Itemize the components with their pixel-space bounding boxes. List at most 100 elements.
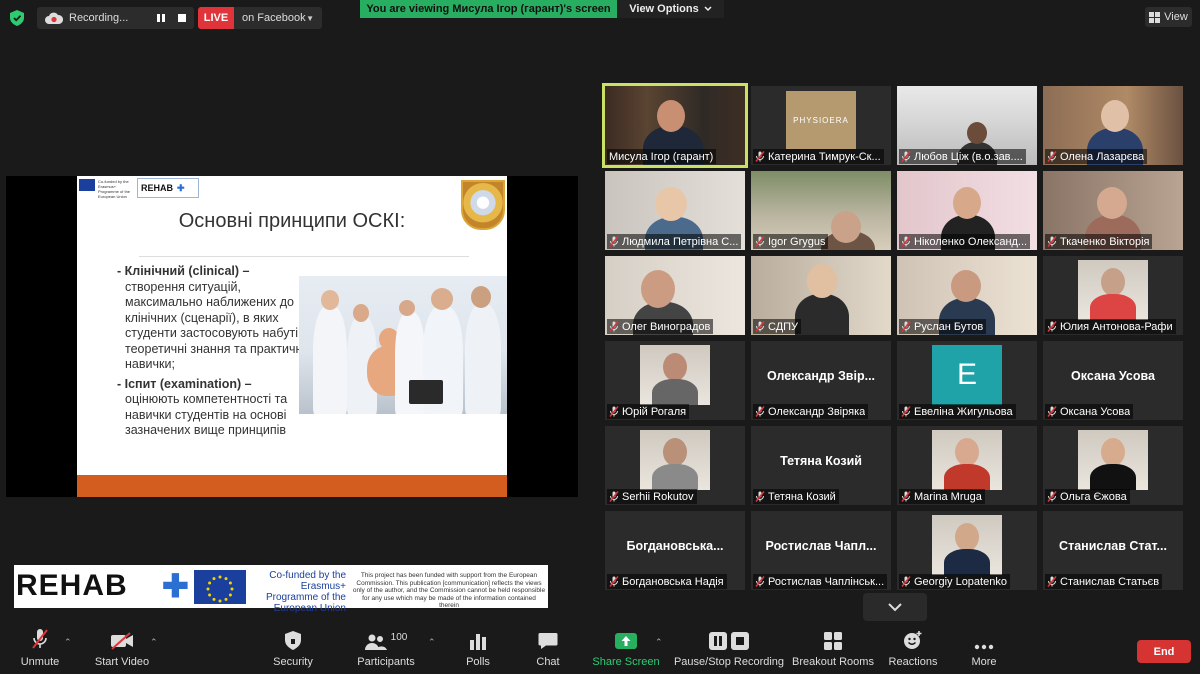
participant-tile[interactable]: PHYSIOERA Катерина Тимрук-Ск... bbox=[751, 86, 891, 165]
participant-name: Marina Mruga bbox=[914, 490, 982, 503]
muted-mic-icon bbox=[1047, 236, 1057, 247]
participant-display-name: Тетяна Козий bbox=[780, 454, 862, 468]
slide-footer-bar bbox=[77, 475, 507, 497]
security-label: Security bbox=[273, 656, 313, 668]
participants-button[interactable]: 100 Participants bbox=[354, 624, 418, 674]
participant-tile[interactable]: Ніколенко Олександ... bbox=[897, 171, 1037, 250]
muted-mic-icon bbox=[755, 491, 765, 502]
participant-tile[interactable]: Олександр Звір... Олександр Звіряка bbox=[751, 341, 891, 420]
pause-stop-recording-button[interactable]: Pause/Stop Recording bbox=[674, 624, 784, 674]
participant-display-name: Станислав Стат... bbox=[1059, 539, 1167, 553]
end-meeting-button[interactable]: End bbox=[1137, 640, 1191, 663]
share-screen-button[interactable]: Share Screen bbox=[592, 624, 660, 674]
participant-name: Юлия Антонова-Рафи bbox=[1060, 320, 1173, 333]
participant-tile[interactable]: СДПУ bbox=[751, 256, 891, 335]
share-options-caret[interactable]: ⌃ bbox=[655, 637, 663, 648]
bullet-2-heading: - Іспит (examination) – bbox=[117, 376, 252, 391]
slide-bullets: - Клінічний (clinical) – створення ситуа… bbox=[117, 264, 307, 439]
live-destination-dropdown[interactable]: on Facebook ▼ bbox=[234, 7, 322, 29]
polls-icon bbox=[470, 634, 486, 650]
pause-icon bbox=[709, 632, 727, 650]
stop-recording-icon[interactable] bbox=[177, 13, 187, 23]
more-button[interactable]: More bbox=[966, 624, 1002, 674]
participant-tile[interactable]: Оксана Усова Оксана Усова bbox=[1043, 341, 1183, 420]
participant-tile[interactable]: Ростислав Чапл... Ростислав Чаплінськ... bbox=[751, 511, 891, 590]
cofund-small-text: Co-funded by the Erasmus+ Programme of t… bbox=[98, 179, 131, 199]
participants-count: 100 bbox=[390, 632, 408, 643]
participants-options-caret[interactable]: ⌃ bbox=[428, 637, 436, 648]
participant-tile[interactable]: Любов Цiж (в.о.зав.... bbox=[897, 86, 1037, 165]
muted-mic-icon bbox=[901, 406, 911, 417]
participant-tile[interactable]: Олег Виноградов bbox=[605, 256, 745, 335]
chat-icon bbox=[538, 633, 558, 649]
chat-button[interactable]: Chat bbox=[530, 624, 566, 674]
gallery-next-page-button[interactable] bbox=[863, 593, 927, 621]
chat-label: Chat bbox=[536, 656, 560, 668]
muted-mic-icon bbox=[32, 629, 48, 649]
participant-tile[interactable]: Олена Лазарєва bbox=[1043, 86, 1183, 165]
eu-flag-icon bbox=[194, 570, 246, 604]
participant-name-bar: Ткаченко Вікторія bbox=[1045, 234, 1153, 249]
participant-name: СДПУ bbox=[768, 320, 799, 333]
breakout-rooms-label: Breakout Rooms bbox=[792, 656, 874, 668]
profile-photo bbox=[932, 430, 1002, 490]
participant-name-bar: Тетяна Козий bbox=[753, 489, 839, 504]
participant-tile[interactable]: Людмила Петрівна С... bbox=[605, 171, 745, 250]
participant-tile[interactable]: Юрій Рогаля bbox=[605, 341, 745, 420]
participant-name: Serhii Rokutov bbox=[622, 490, 694, 503]
participant-display-name: Оксана Усова bbox=[1071, 369, 1155, 383]
muted-mic-icon bbox=[901, 576, 911, 587]
participant-tile[interactable]: Georgiy Lopatenko bbox=[897, 511, 1037, 590]
view-options-button[interactable]: View Options bbox=[617, 0, 724, 18]
participant-tile[interactable]: Мисула Ігор (гарант) bbox=[602, 83, 748, 168]
muted-mic-icon bbox=[1047, 151, 1057, 162]
live-stream-indicator[interactable]: LIVE on Facebook ▼ bbox=[198, 7, 322, 29]
muted-mic-icon bbox=[901, 321, 911, 332]
participant-face bbox=[951, 270, 981, 302]
polls-button[interactable]: Polls bbox=[460, 624, 496, 674]
profile-photo bbox=[1078, 260, 1148, 320]
participant-tile[interactable]: Serhii Rokutov bbox=[605, 426, 745, 505]
slide-title: Основні принципи ОСКІ: bbox=[178, 210, 406, 232]
recording-indicator[interactable]: Recording... bbox=[37, 7, 194, 29]
caret-down-icon: ▼ bbox=[306, 13, 314, 23]
video-options-caret[interactable]: ⌃ bbox=[150, 637, 158, 648]
unmute-button[interactable]: Unmute bbox=[18, 624, 62, 674]
view-layout-button[interactable]: View bbox=[1145, 7, 1192, 27]
participant-tile[interactable]: Богдановська... Богдановська Надія bbox=[605, 511, 745, 590]
participant-name-bar: Евеліна Жигульова bbox=[899, 404, 1016, 419]
participant-name-bar: Georgiy Lopatenko bbox=[899, 574, 1010, 589]
participant-tile[interactable]: Юлия Антонова-Рафи bbox=[1043, 256, 1183, 335]
participant-tile[interactable]: Ткаченко Вікторія bbox=[1043, 171, 1183, 250]
participant-name-bar: Igor Grygus bbox=[753, 234, 829, 249]
participant-tile[interactable]: Станислав Стат... Станислав Статьєв bbox=[1043, 511, 1183, 590]
participant-name: Любов Цiж (в.о.зав.... bbox=[914, 150, 1023, 163]
avatar-letter: E bbox=[932, 345, 1002, 405]
participant-face bbox=[1101, 100, 1129, 132]
participant-tile[interactable]: Ольга Єжова bbox=[1043, 426, 1183, 505]
eu-flag-icon bbox=[79, 179, 95, 191]
stop-icon bbox=[731, 632, 749, 650]
viewing-screen-banner: You are viewing Мисула Ігор (гарант)'s s… bbox=[360, 0, 617, 18]
participant-face bbox=[953, 187, 981, 219]
muted-mic-icon bbox=[755, 576, 765, 587]
participant-tile[interactable]: Руслан Бутов bbox=[897, 256, 1037, 335]
participant-tile[interactable]: Тетяна Козий Тетяна Козий bbox=[751, 426, 891, 505]
profile-photo bbox=[640, 430, 710, 490]
breakout-rooms-button[interactable]: Breakout Rooms bbox=[792, 624, 874, 674]
reactions-button[interactable]: Reactions bbox=[888, 624, 938, 674]
view-label: View bbox=[1164, 11, 1188, 23]
participant-tile[interactable]: E Евеліна Жигульова bbox=[897, 341, 1037, 420]
rehab-cross-icon: ✚ bbox=[162, 568, 189, 604]
participant-tile[interactable]: Igor Grygus bbox=[751, 171, 891, 250]
participant-tile[interactable]: Marina Mruga bbox=[897, 426, 1037, 505]
security-button[interactable]: Security bbox=[270, 624, 316, 674]
polls-label: Polls bbox=[466, 656, 490, 668]
participant-figure bbox=[795, 294, 849, 335]
muted-mic-icon bbox=[609, 406, 619, 417]
participant-face bbox=[967, 122, 987, 144]
start-video-button[interactable]: Start Video bbox=[92, 624, 152, 674]
video-off-icon bbox=[111, 632, 133, 650]
audio-options-caret[interactable]: ⌃ bbox=[64, 637, 72, 648]
pause-recording-icon[interactable] bbox=[156, 13, 166, 23]
